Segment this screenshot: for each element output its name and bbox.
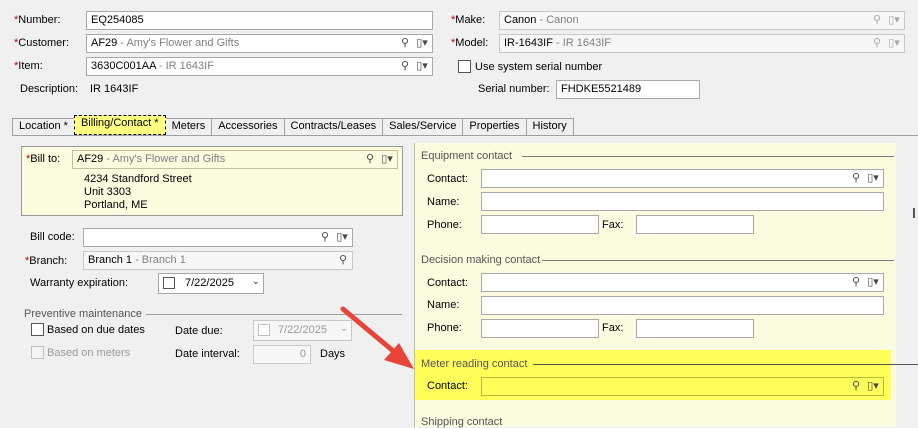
tab-billing-contact[interactable]: Billing/Contact * — [73, 115, 166, 135]
annotation-arrow-icon — [340, 306, 414, 369]
